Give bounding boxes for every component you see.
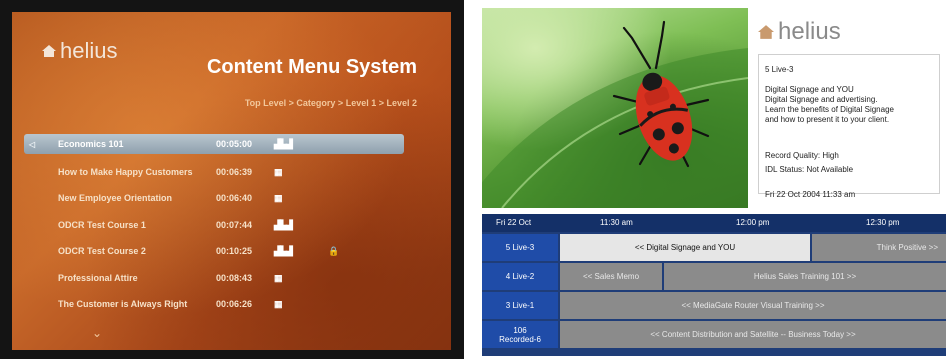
- guide-time-slot: 12:00 pm: [736, 218, 770, 227]
- menu-item-title: Professional Attire: [58, 273, 138, 283]
- house-icon: [42, 45, 56, 57]
- menu-item-happy-customers[interactable]: How to Make Happy Customers 00:06:39 ▦: [42, 162, 396, 182]
- menu-item-title: ODCR Test Course 2: [58, 246, 146, 256]
- house-icon: [758, 25, 774, 39]
- menu-item-title: New Employee Orientation: [58, 193, 173, 203]
- left-panel: helius Content Menu System Top Level > C…: [0, 0, 464, 359]
- menu-item-economics-101[interactable]: ◁ Economics 101 00:05:00 ▟▙▟: [24, 134, 404, 154]
- menu-item-duration: 00:08:43: [216, 273, 253, 283]
- info-description-line: Digital Signage and advertising.: [765, 95, 878, 104]
- firebug-illustration: [482, 20, 748, 208]
- logo-text: helius: [60, 38, 118, 63]
- film-icon: ▦: [274, 166, 283, 177]
- menu-item-duration: 00:06:39: [216, 167, 253, 177]
- scroll-down-icon[interactable]: ⌄: [92, 326, 102, 340]
- menu-item-professional-attire[interactable]: Professional Attire 00:08:43 ▦: [42, 268, 396, 288]
- helius-logo: helius: [758, 18, 841, 46]
- menu-item-odcr-test-1[interactable]: ODCR Test Course 1 00:07:44 ▟▙▟: [42, 215, 396, 235]
- lock-icon: 🔒: [328, 245, 340, 256]
- row-pointer-icon: ◁: [28, 139, 36, 149]
- menu-item-customer-always-right[interactable]: The Customer is Always Right 00:06:26 ▦: [42, 294, 396, 314]
- record-quality: Record Quality: High: [765, 151, 839, 160]
- right-panel: helius 5 Live-3 Digital Signage and YOU …: [474, 0, 946, 359]
- menu-item-title: How to Make Happy Customers: [58, 167, 193, 177]
- menu-item-title: ODCR Test Course 1: [58, 220, 146, 230]
- film-icon: ▦: [274, 192, 283, 203]
- logo-text: helius: [778, 18, 841, 45]
- program-sales-memo[interactable]: << Sales Memo: [560, 263, 662, 290]
- guide-time-slot: 12:30 pm: [866, 218, 900, 227]
- menu-item-employee-orientation[interactable]: New Employee Orientation 00:06:40 ▦: [42, 188, 396, 208]
- menu-item-duration: 00:05:00: [216, 139, 253, 149]
- program-content-distribution[interactable]: << Content Distribution and Satellite --…: [560, 321, 946, 348]
- menu-item-duration: 00:10:25: [216, 246, 253, 256]
- film-icon: ▦: [274, 272, 283, 283]
- menu-item-title: The Customer is Always Right: [58, 299, 188, 309]
- channel-4-live-2[interactable]: 4 Live-2: [482, 263, 558, 290]
- program-info-panel: helius 5 Live-3 Digital Signage and YOU …: [752, 8, 946, 208]
- chart-icon: ▟▙▟: [274, 219, 293, 230]
- film-icon: ▦: [274, 298, 283, 309]
- breadcrumb: Top Level > Category > Level 1 > Level 2: [244, 98, 417, 108]
- program-mediagate-training[interactable]: << MediaGate Router Visual Training >>: [560, 292, 946, 319]
- menu-item-odcr-test-2[interactable]: ODCR Test Course 2 00:10:25 ▟▙▟ 🔒: [42, 241, 396, 261]
- menu-item-duration: 00:06:26: [216, 299, 253, 309]
- idl-status: IDL Status: Not Available: [765, 165, 854, 174]
- program-think-positive[interactable]: Think Positive >>: [812, 234, 946, 261]
- guide-time-slot: 11:30 am: [600, 218, 633, 227]
- program-digital-signage[interactable]: << Digital Signage and YOU: [560, 234, 810, 261]
- helius-logo: helius: [42, 38, 117, 64]
- chart-icon: ▟▙▟: [274, 245, 293, 256]
- program-sales-training[interactable]: Helius Sales Training 101 >>: [664, 263, 946, 290]
- info-description-line: and how to present it to your client.: [765, 115, 890, 124]
- menu-item-duration: 00:06:40: [216, 193, 253, 203]
- menu-item-title: Economics 101: [58, 139, 124, 149]
- program-guide: Fri 22 Oct 11:30 am 12:00 pm 12:30 pm 5 …: [482, 214, 946, 356]
- guide-date: Fri 22 Oct: [496, 218, 532, 227]
- channel-3-live-1[interactable]: 3 Live-1: [482, 292, 558, 319]
- content-menu-screen: helius Content Menu System Top Level > C…: [12, 12, 451, 350]
- info-channel: 5 Live-3: [765, 65, 794, 74]
- info-title: Digital Signage and YOU: [765, 85, 854, 94]
- preview-image: [482, 8, 748, 208]
- menu-item-duration: 00:07:44: [216, 220, 253, 230]
- guide-header: Fri 22 Oct 11:30 am 12:00 pm 12:30 pm: [482, 214, 946, 232]
- info-description-line: Learn the benefits of Digital Signage: [765, 105, 894, 114]
- channel-106-recorded-6[interactable]: 106 Recorded-6: [482, 321, 558, 348]
- chart-icon: ▟▙▟: [274, 138, 293, 149]
- program-details: 5 Live-3 Digital Signage and YOU Digital…: [758, 54, 940, 199]
- channel-5-live-3[interactable]: 5 Live-3: [482, 234, 558, 261]
- page-title: Content Menu System: [206, 56, 417, 78]
- info-datetime: Fri 22 Oct 2004 11:33 am: [765, 190, 856, 199]
